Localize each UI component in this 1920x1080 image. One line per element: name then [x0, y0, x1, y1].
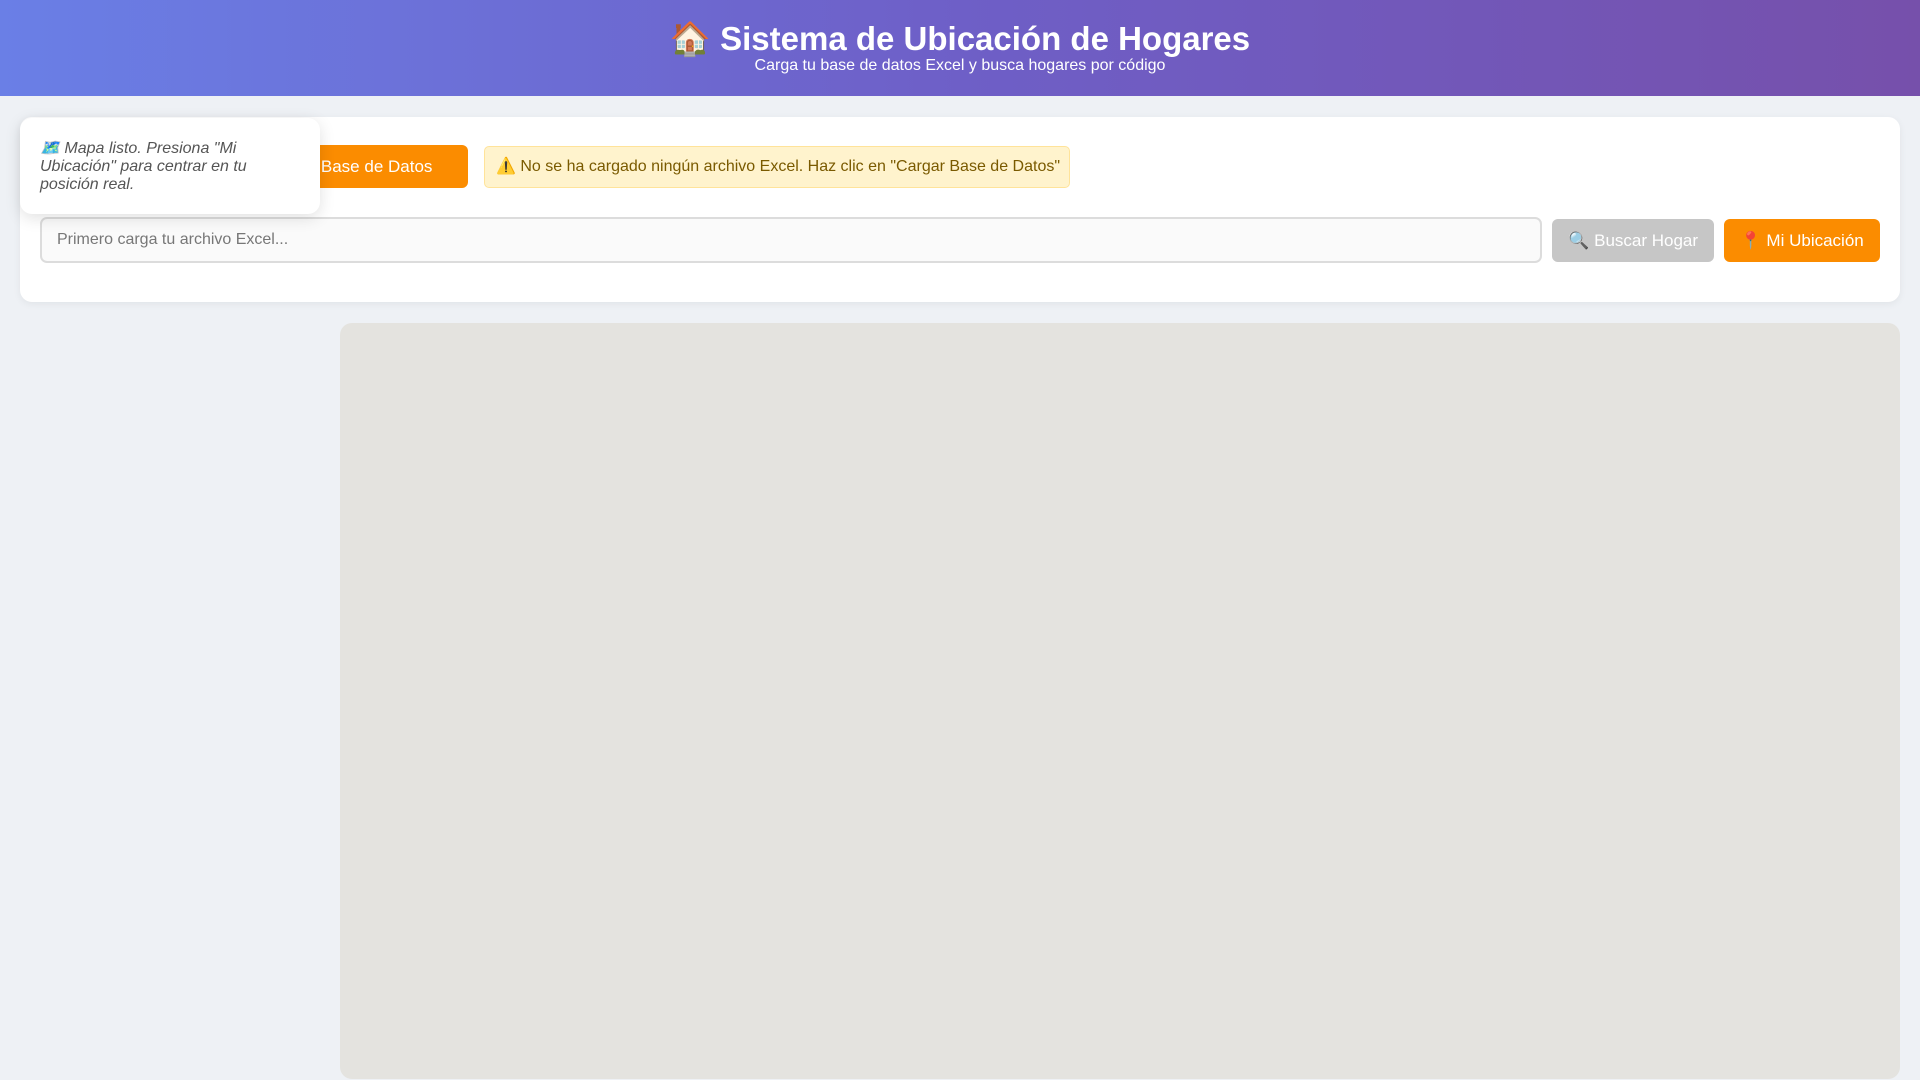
magnifier-icon: 🔍: [1567, 230, 1590, 250]
my-location-button[interactable]: 📍 Mi Ubicación: [1724, 219, 1880, 262]
house-icon: 🏠: [669, 20, 711, 57]
page-title: 🏠 Sistema de Ubicación de Hogares: [0, 18, 1920, 60]
location-button-label: Mi Ubicación: [1766, 230, 1864, 250]
toast-message: Mapa listo. Presiona "Mi Ubicación" para…: [40, 140, 247, 193]
page-title-text: Sistema de Ubicación de Hogares: [720, 20, 1251, 57]
map-icon: 🗺️: [40, 140, 60, 157]
warning-icon: ⚠️: [496, 158, 516, 175]
app-header: 🏠 Sistema de Ubicación de Hogares Carga …: [0, 0, 1920, 96]
warning-text: No se ha cargado ningún archivo Excel. H…: [520, 158, 1061, 175]
search-button-label: Buscar Hogar: [1594, 230, 1699, 250]
search-input[interactable]: [40, 217, 1542, 263]
no-file-warning: ⚠️ No se ha cargado ningún archivo Excel…: [484, 146, 1070, 188]
search-home-button[interactable]: 🔍 Buscar Hogar: [1552, 219, 1714, 262]
pin-icon: 📍: [1740, 230, 1762, 250]
map-ready-toast: 🗺️ Mapa listo. Presiona "Mi Ubicación" p…: [20, 118, 320, 214]
map-container[interactable]: [340, 323, 1900, 1079]
page-subtitle: Carga tu base de datos Excel y busca hog…: [754, 57, 1166, 74]
